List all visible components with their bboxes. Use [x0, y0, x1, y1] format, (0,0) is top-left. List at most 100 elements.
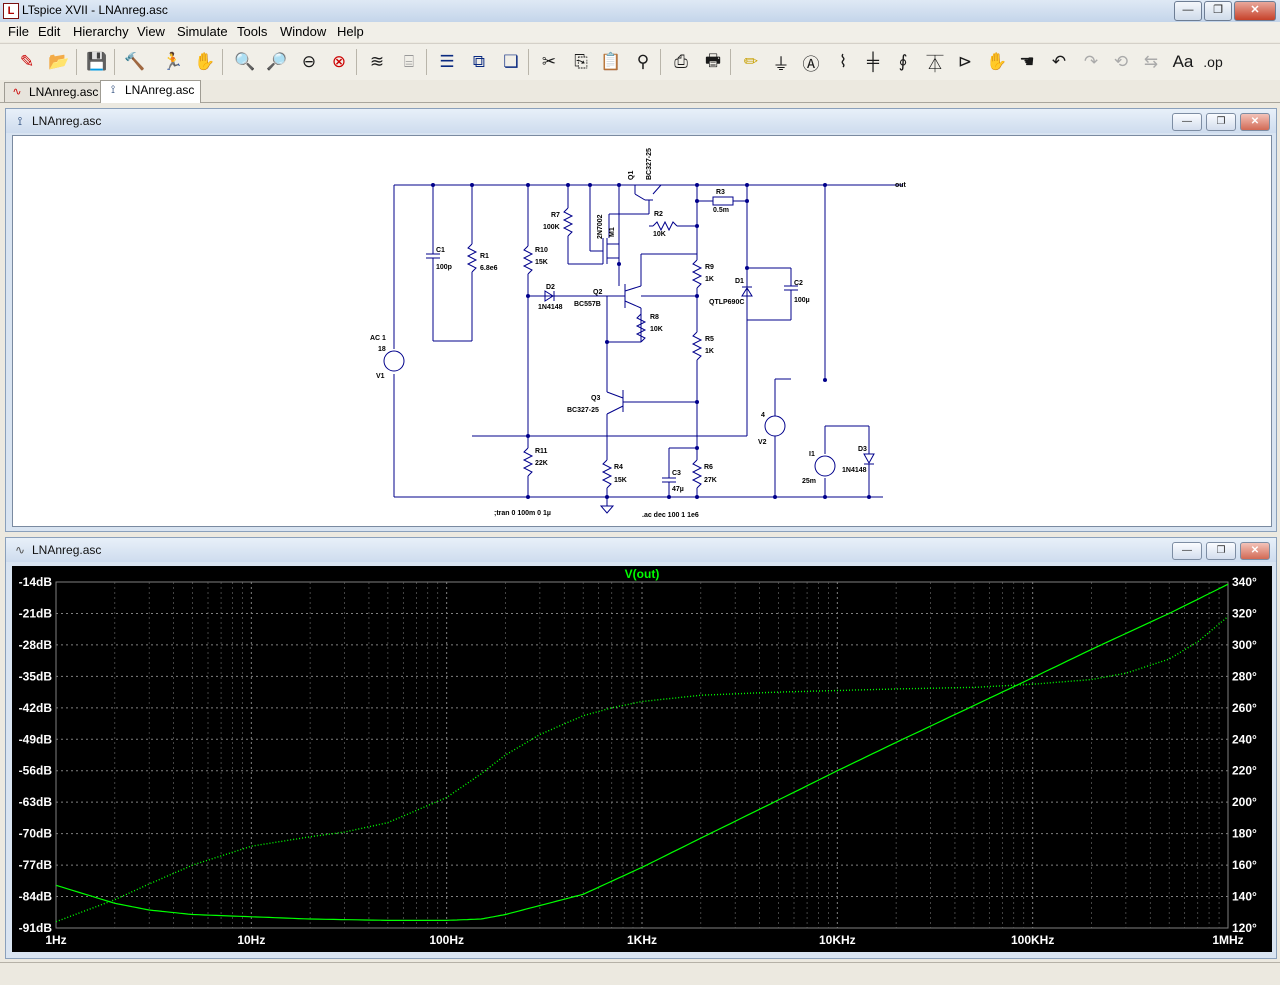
- menu-edit[interactable]: Edit: [38, 24, 60, 39]
- y-left-tick-label: -21dB: [19, 606, 53, 620]
- zoom-in-icon[interactable]: 🔍: [232, 49, 258, 75]
- pane-close-button[interactable]: ✕: [1240, 542, 1270, 560]
- capacitor-icon[interactable]: ╪: [860, 49, 886, 75]
- text-icon[interactable]: Aa: [1170, 49, 1196, 75]
- y-left-tick-label: -91dB: [19, 921, 53, 935]
- y-right-tick-label: 120°: [1232, 921, 1257, 935]
- y-right-tick-label: 160°: [1232, 858, 1257, 872]
- x-tick-label: 100Hz: [429, 933, 464, 947]
- menu-simulate[interactable]: Simulate: [177, 24, 228, 39]
- copy-icon[interactable]: ⎘: [568, 49, 594, 75]
- r4-value: 15K: [614, 477, 627, 484]
- new-schematic-icon[interactable]: ✎: [14, 49, 40, 75]
- schematic-icon: ⟟: [17, 114, 23, 128]
- autorange-icon[interactable]: ≋: [364, 49, 390, 75]
- waveform-window-title: LNAnreg.asc: [32, 543, 102, 557]
- tab-waveform[interactable]: ∿ LNAnreg.asc: [4, 82, 106, 102]
- x-tick-label: 1MHz: [1212, 933, 1243, 947]
- y-left-tick-label: -28dB: [19, 638, 53, 652]
- ltspice-app-icon[interactable]: L: [3, 3, 19, 19]
- y-right-tick-label: 140°: [1232, 890, 1257, 904]
- pane-close-button[interactable]: ✕: [1240, 113, 1270, 131]
- cut-icon[interactable]: ✂: [536, 49, 562, 75]
- v1-value: 18: [378, 346, 386, 353]
- toolbar: ✎ 📂 💾 🔨 🏃 ✋ 🔍 🔎 ⊖ ⊗ ≋ ⌸ ☰ ⧉ ❏ ✂ ⎘ 📋 ⚲ ⎙ …: [0, 43, 1280, 81]
- r9-label: R9: [705, 264, 714, 271]
- y-left-tick-label: -49dB: [19, 732, 53, 746]
- y-right-tick-label: 200°: [1232, 795, 1257, 809]
- open-folder-icon[interactable]: 📂: [46, 49, 72, 75]
- rotate-icon[interactable]: ⟲: [1108, 49, 1134, 75]
- print-setup-icon[interactable]: 🖶: [700, 49, 726, 75]
- close-button[interactable]: ✕: [1234, 1, 1276, 21]
- pane-restore-button[interactable]: ❐: [1206, 113, 1236, 131]
- cascade-icon[interactable]: ❏: [498, 49, 524, 75]
- drag-icon[interactable]: ☚: [1014, 49, 1040, 75]
- run-icon[interactable]: 🏃: [160, 49, 186, 75]
- d3-model: 1N4148: [842, 467, 867, 474]
- diode-icon[interactable]: ⏄: [922, 49, 948, 75]
- zoom-fit-icon[interactable]: ⊗: [326, 49, 352, 75]
- trace-title: V(out): [625, 567, 660, 581]
- waveform-icon: ∿: [14, 543, 26, 557]
- restore-button[interactable]: ❐: [1204, 1, 1232, 21]
- tab-schematic[interactable]: ⟟ LNAnreg.asc: [100, 80, 202, 103]
- d2-model: 1N4148: [538, 304, 563, 311]
- draw-wire-icon[interactable]: ✏: [738, 49, 764, 75]
- r5-label: R5: [705, 336, 714, 343]
- waveform-icon: ∿: [12, 86, 22, 98]
- pane-restore-button[interactable]: ❐: [1206, 542, 1236, 560]
- print-icon[interactable]: ⎙: [668, 49, 694, 75]
- halt-icon[interactable]: ✋: [192, 49, 218, 75]
- tile-vertical-icon[interactable]: ⧉: [466, 49, 492, 75]
- schematic-window-header: ⟟ LNAnreg.asc — ❐ ✕: [6, 109, 1276, 133]
- q1-model: BC327-25: [646, 148, 653, 180]
- menu-window[interactable]: Window: [280, 24, 326, 39]
- inductor-icon[interactable]: ∮: [890, 49, 916, 75]
- menu-help[interactable]: Help: [337, 24, 364, 39]
- menu-view[interactable]: View: [137, 24, 165, 39]
- menu-tools[interactable]: Tools: [237, 24, 267, 39]
- plot-settings-icon[interactable]: ⌸: [396, 49, 422, 75]
- menu-file[interactable]: File: [8, 24, 29, 39]
- v1-ac: AC 1: [370, 335, 386, 342]
- zoom-out-icon[interactable]: ⊖: [296, 49, 322, 75]
- r9-value: 1K: [705, 276, 714, 283]
- toolbar-separator: [222, 49, 223, 75]
- control-panel-icon[interactable]: 🔨: [122, 49, 148, 75]
- v1-label: V1: [376, 373, 385, 380]
- find-binoculars-icon[interactable]: ⚲: [630, 49, 656, 75]
- move-icon[interactable]: ✋: [984, 49, 1010, 75]
- undo-icon[interactable]: ↶: [1046, 49, 1072, 75]
- r6-value: 27K: [704, 477, 717, 484]
- paste-icon[interactable]: 📋: [598, 49, 624, 75]
- pane-minimize-button[interactable]: —: [1172, 113, 1202, 131]
- mirror-icon[interactable]: ⇆: [1138, 49, 1164, 75]
- ground-icon[interactable]: ⏚: [768, 49, 794, 75]
- menu-hierarchy[interactable]: Hierarchy: [73, 24, 129, 39]
- y-left-tick-label: -84dB: [19, 890, 53, 904]
- pan-icon[interactable]: 🔎: [264, 49, 290, 75]
- component-icon[interactable]: ⊳: [952, 49, 978, 75]
- schematic-canvas[interactable]: out Q1 BC327-25 R3 0.5m R2 10K R7 100K M…: [12, 135, 1272, 527]
- tile-horizontal-icon[interactable]: ☰: [434, 49, 460, 75]
- bode-plot: 1Hz 10Hz 100Hz 1KHz 10KHz 100KHz 1MHz -14dB -21d…: [19, 567, 1257, 947]
- save-icon[interactable]: 💾: [84, 49, 110, 75]
- spice-directive-icon[interactable]: .op: [1200, 49, 1226, 75]
- label-net-icon[interactable]: Ⓐ: [798, 49, 824, 75]
- pane-minimize-button[interactable]: —: [1172, 542, 1202, 560]
- ac-directive[interactable]: .ac dec 100 1 1e6: [642, 512, 699, 519]
- schematic-window[interactable]: ⟟ LNAnreg.asc — ❐ ✕ out Q1 BC327-25 R3 0…: [5, 108, 1277, 532]
- r6-label: R6: [704, 464, 713, 471]
- m1-model: 2N7002: [597, 214, 604, 239]
- resistor-icon[interactable]: ⌇: [830, 49, 856, 75]
- y-left-tick-label: -42dB: [19, 701, 53, 715]
- redo-icon[interactable]: ↷: [1078, 49, 1104, 75]
- y-right-tick-label: 240°: [1232, 732, 1257, 746]
- q2-model: BC557B: [574, 301, 601, 308]
- waveform-window[interactable]: ∿ LNAnreg.asc — ❐ ✕ 1Hz 10Hz 100Hz 1KHz 10KH…: [5, 537, 1277, 959]
- minimize-button[interactable]: —: [1174, 1, 1202, 21]
- d2-label: D2: [546, 284, 555, 291]
- tran-directive[interactable]: ;tran 0 100m 0 1µ: [494, 510, 551, 517]
- waveform-plot[interactable]: 1Hz 10Hz 100Hz 1KHz 10KHz 100KHz 1MHz -14dB -21d…: [12, 566, 1272, 952]
